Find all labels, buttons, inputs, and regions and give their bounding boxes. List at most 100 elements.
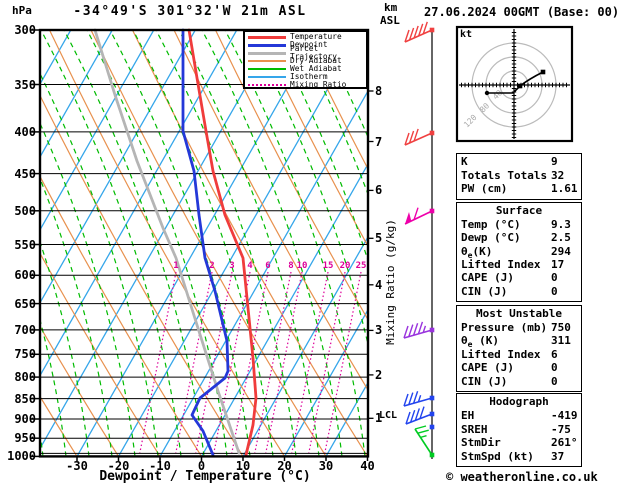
- mixing-ratio-line: [175, 271, 213, 454]
- wet-adiabat-line: [224, 31, 366, 456]
- mixing-ratio-axis-title: Mixing Ratio (g/kg): [384, 219, 397, 345]
- panel-label: StmDir: [461, 436, 501, 449]
- mixing-ratio-value-label: 2: [209, 261, 215, 271]
- legend-swatch: [248, 84, 286, 86]
- panel-row: Totals Totals 32: [461, 169, 577, 183]
- panel-row: CAPE (J) 0: [461, 271, 577, 284]
- panel-value: 311: [551, 334, 571, 348]
- wind-barb: [404, 128, 435, 146]
- mixing-ratio-value-label: 4: [247, 261, 253, 271]
- pressure-tick-label: 700: [14, 322, 36, 337]
- legend-swatch: [248, 43, 286, 47]
- panel-label: Temp (°C): [461, 218, 521, 231]
- wind-barb-shaft: [414, 428, 433, 456]
- pressure-tick-label: 1000: [7, 449, 36, 464]
- pressure-tick-label: 500: [14, 203, 36, 218]
- legend-swatch: [248, 76, 286, 78]
- panel-value: -75: [551, 422, 571, 436]
- temperature-tick-label: 10: [235, 459, 251, 473]
- wind-barb: [404, 207, 435, 225]
- temperature-tick-label: 30: [318, 459, 334, 473]
- km-tick-label: 5: [375, 231, 383, 246]
- stats-panel: Surface Temp (°C) 9.3 Dewp (°C) 2.5 θe(K) 294 L…: [456, 202, 582, 302]
- stats-panel: Most Unstable Pressure (mb) 750 θe (K) 311 Li…: [456, 305, 582, 392]
- dry-adiabat-line: [173, 31, 367, 390]
- panel-value: 261°: [551, 436, 578, 449]
- panel-label: K: [461, 155, 468, 168]
- pressure-tick-label: 450: [14, 166, 36, 181]
- stats-panel: Hodograph EH -419 SREH -75 StmDir 261° StmSpd (…: [456, 393, 582, 467]
- pressure-tick-label: 550: [14, 237, 36, 252]
- panel-label: Dewp (°C): [461, 231, 521, 245]
- km-tick-label: 4: [375, 277, 383, 292]
- panel-value: -419: [551, 409, 578, 422]
- panel-row: K9: [461, 155, 577, 169]
- temperature-tick-label: -30: [66, 459, 88, 473]
- panel-row: StmSpd (kt) 37: [461, 450, 577, 464]
- legend-label: Mixing Ratio: [290, 80, 347, 89]
- legend-swatch: [248, 60, 286, 62]
- panel-label: Pressure (mb): [461, 321, 548, 334]
- panel-value: 294: [551, 244, 571, 258]
- km-tick-label: 6: [375, 183, 383, 198]
- pressure-tick-label: 400: [14, 124, 36, 139]
- panel-row: EH -419: [461, 409, 578, 423]
- panel-row: CIN (J) 0: [461, 375, 577, 388]
- panel-value: 0: [551, 284, 558, 298]
- panel-row: Pressure (mb) 750: [461, 321, 577, 334]
- panel-label: CAPE (J): [461, 271, 514, 285]
- km-tick-label: 3: [375, 323, 383, 338]
- legend-row: Mixing Ratio: [245, 81, 366, 89]
- panel-value: 9.3: [551, 218, 571, 231]
- copyright: © weatheronline.co.uk: [446, 470, 598, 484]
- wind-barb-shaft: [403, 397, 433, 407]
- panel-row: Dewp (°C) 2.5: [461, 231, 577, 244]
- hodograph-marker: [540, 69, 546, 75]
- panel-header: Hodograph: [489, 395, 549, 408]
- panel-row: CAPE (J) 0: [461, 361, 577, 374]
- temperature-tick-label: 40: [360, 459, 375, 473]
- legend-swatch: [248, 35, 286, 39]
- mixing-ratio-value-label: 25: [355, 261, 367, 271]
- dry-adiabat-line: [49, 31, 285, 456]
- legend: Temperature Dewpoint Parcel Trajectory Dry …: [243, 30, 368, 89]
- wet-adiabat-line: [41, 31, 182, 456]
- panel-row: SREH -75: [461, 423, 577, 437]
- km-tick-label: 7: [375, 134, 383, 149]
- wind-barb-half-tick: [420, 435, 427, 439]
- wind-barb: [404, 21, 435, 43]
- pressure-tick-label: 750: [14, 347, 36, 362]
- panel-row: StmDir 261°: [461, 436, 578, 450]
- wind-barb-full-tick: [417, 429, 429, 434]
- hodograph-marker: [517, 83, 523, 89]
- panel-value: 0: [551, 361, 558, 375]
- panel-value: 1.61: [551, 182, 578, 196]
- asl-axis-unit: ASL: [380, 14, 400, 27]
- pressure-tick-label: 900: [14, 412, 36, 426]
- panel-row: PW (cm) 1.61: [461, 182, 578, 196]
- panel-label: Lifted Index: [461, 347, 541, 361]
- km-axis-unit: km: [384, 1, 398, 14]
- panel-row: Lifted Index 6: [461, 348, 577, 361]
- panel-row: Temp (°C) 9.3: [461, 218, 577, 231]
- pressure-tick-label: 650: [14, 296, 36, 311]
- wind-barb: [405, 406, 435, 425]
- wet-adiabat-line: [109, 31, 251, 456]
- hodograph-start-dot: [484, 90, 490, 96]
- panel-header: Surface: [495, 204, 543, 217]
- panel-label: SREH: [461, 422, 488, 436]
- wind-barb: [403, 391, 435, 407]
- pressure-tick-label: 600: [14, 268, 36, 283]
- panel-label: Totals Totals: [461, 168, 548, 182]
- km-tick-label: 1: [375, 411, 383, 426]
- panel-value: 32: [551, 168, 565, 182]
- wind-barb-shaft: [403, 329, 433, 339]
- wind-barb: [403, 321, 435, 339]
- stats-panel: K 9 Totals Totals 32 PW (cm) 1.61: [456, 153, 582, 200]
- panel-label: θe (K): [461, 334, 499, 350]
- panel-header: Most Unstable: [475, 307, 563, 320]
- datetime-label: 27.06.2024 00GMT (Base: 00): [424, 5, 620, 19]
- temperature-tick-label: -10: [149, 459, 171, 473]
- panel-label: CAPE (J): [461, 361, 514, 375]
- temperature-tick-label: 0: [197, 459, 206, 473]
